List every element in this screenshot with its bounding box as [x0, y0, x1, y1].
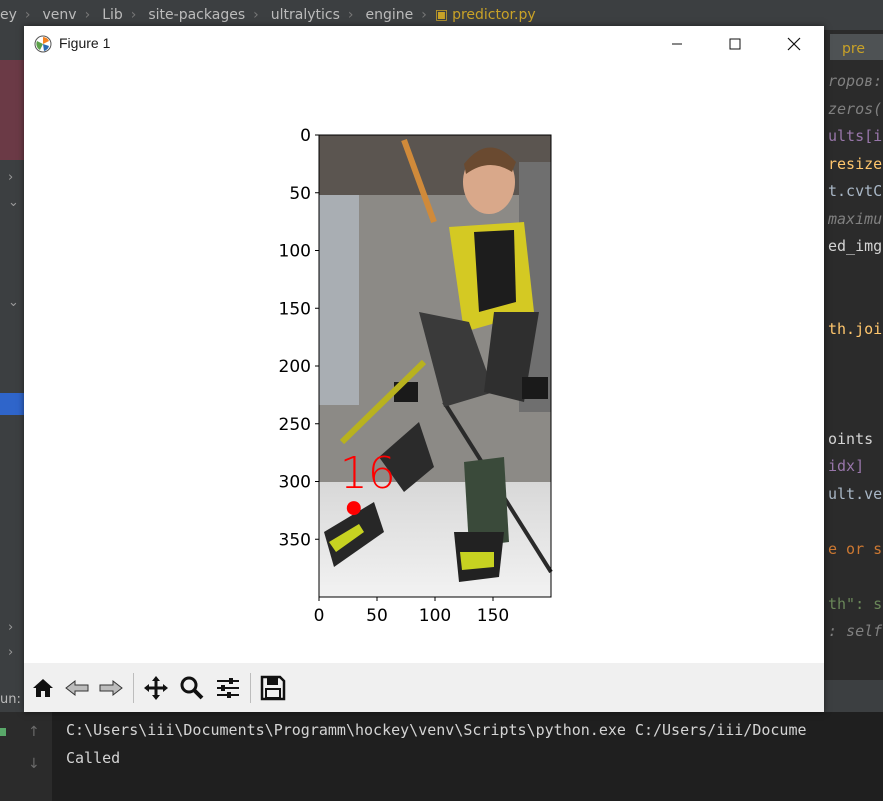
configure-subplots-button[interactable] — [213, 673, 243, 703]
x-tick-label: 100 — [419, 606, 451, 626]
chevron-right-icon[interactable]: › — [8, 645, 13, 660]
image-plot[interactable]: 0 50 100 150 200 250 300 350 0 50 100 150 16 — [24, 62, 824, 662]
chevron-right-icon: › — [253, 7, 259, 23]
matplotlib-icon — [34, 35, 52, 53]
code-line: maximu — [828, 210, 883, 228]
configure-subplots-icon — [217, 678, 239, 698]
breadcrumb-item[interactable]: Lib — [102, 7, 123, 23]
y-tick-label: 0 — [300, 126, 311, 146]
chevron-down-icon[interactable]: ⌄ — [8, 295, 19, 310]
code-editor[interactable]: ropов: zeros( ults[i resize t.cvtCo maxi… — [824, 60, 883, 660]
maximize-button[interactable] — [706, 26, 764, 62]
code-line: t.cvtCo — [828, 182, 883, 200]
y-tick-label: 300 — [279, 473, 311, 493]
breadcrumb-item[interactable]: site-packages — [148, 7, 245, 23]
plot-image — [319, 135, 553, 597]
code-line: : self — [828, 622, 883, 640]
figure-canvas[interactable]: 0 50 100 150 200 250 300 350 0 50 100 150 16 — [24, 62, 824, 662]
x-tick-label: 0 — [314, 606, 325, 626]
toolbar-separator — [250, 673, 251, 703]
figure-toolbar — [24, 663, 824, 712]
python-file-icon: ▣ — [434, 7, 449, 23]
run-console[interactable]: C:\Users\iii\Documents\Programm\hockey\v… — [52, 712, 883, 801]
breadcrumb-item[interactable]: engine — [365, 7, 413, 23]
window-title: Figure 1 — [59, 35, 111, 51]
y-tick-label: 350 — [279, 530, 311, 550]
editor-tab-label: pre — [842, 41, 865, 57]
chevron-right-icon[interactable]: › — [8, 170, 13, 185]
toolbar-separator — [133, 673, 134, 703]
back-button[interactable] — [62, 673, 92, 703]
pan-icon — [144, 676, 168, 700]
breadcrumb-file[interactable]: predictor.py — [452, 7, 536, 23]
chevron-right-icon: › — [84, 7, 91, 23]
breadcrumb-item[interactable]: venv — [43, 7, 77, 23]
code-line: ult.ve — [828, 485, 883, 503]
code-line: ults[i — [828, 127, 883, 145]
close-button[interactable] — [765, 26, 823, 62]
chevron-right-icon: › — [347, 7, 354, 23]
keypoint-label: 16 — [340, 448, 396, 499]
save-icon — [260, 675, 286, 701]
chevron-right-icon: › — [130, 7, 137, 23]
code-line: idx] — [828, 457, 865, 475]
zoom-button[interactable] — [177, 673, 207, 703]
code-line: ed_img) — [828, 237, 883, 255]
rerun-icon[interactable] — [0, 728, 6, 736]
minimize-icon — [672, 43, 682, 45]
pan-button[interactable] — [141, 673, 171, 703]
code-line: oints — [828, 430, 874, 448]
code-line: ropов: — [828, 72, 883, 90]
chevron-down-icon[interactable]: ⌄ — [8, 195, 19, 210]
breadcrumb-item[interactable]: ey — [0, 7, 17, 23]
code-line: zeros( — [828, 100, 883, 118]
code-line: th.joi — [828, 320, 883, 338]
forward-icon — [99, 679, 123, 697]
code-line: th": s — [828, 595, 883, 613]
console-line: Called — [66, 749, 121, 767]
ide-gutter-selection — [0, 393, 24, 415]
scroll-down-icon[interactable]: ↓ — [28, 756, 40, 772]
chevron-right-icon: › — [24, 7, 31, 23]
y-tick-label: 150 — [279, 299, 311, 319]
x-tick-label: 50 — [366, 606, 388, 626]
home-button[interactable] — [28, 673, 58, 703]
ide-gutter-accent — [0, 60, 24, 160]
back-icon — [65, 679, 89, 697]
keypoint-marker — [346, 501, 361, 516]
window-titlebar[interactable]: Figure 1 — [24, 26, 824, 62]
home-icon — [33, 679, 53, 697]
save-button[interactable] — [258, 673, 288, 703]
run-label: un: — [0, 692, 21, 707]
minimize-button[interactable] — [648, 26, 706, 62]
code-line: resize — [828, 155, 883, 173]
chevron-right-icon[interactable]: › — [8, 620, 13, 635]
x-tick-label: 150 — [477, 606, 509, 626]
close-icon — [787, 37, 801, 51]
breadcrumb-item[interactable]: ultralytics — [271, 7, 340, 23]
chevron-right-icon: › — [421, 7, 427, 23]
y-tick-label: 200 — [279, 357, 311, 377]
code-line: e or se — [828, 540, 883, 558]
run-toolbar: ↑ ↓ — [0, 712, 52, 801]
figure-window: Figure 1 0 50 100 150 200 250 300 350 0 … — [24, 26, 824, 712]
forward-button[interactable] — [96, 673, 126, 703]
y-tick-label: 100 — [279, 242, 311, 262]
console-line: C:\Users\iii\Documents\Programm\hockey\v… — [66, 721, 807, 739]
maximize-icon — [729, 38, 741, 50]
zoom-icon — [180, 676, 204, 700]
y-tick-label: 50 — [289, 184, 311, 204]
y-tick-label: 250 — [279, 415, 311, 435]
scroll-up-icon[interactable]: ↑ — [28, 724, 40, 740]
